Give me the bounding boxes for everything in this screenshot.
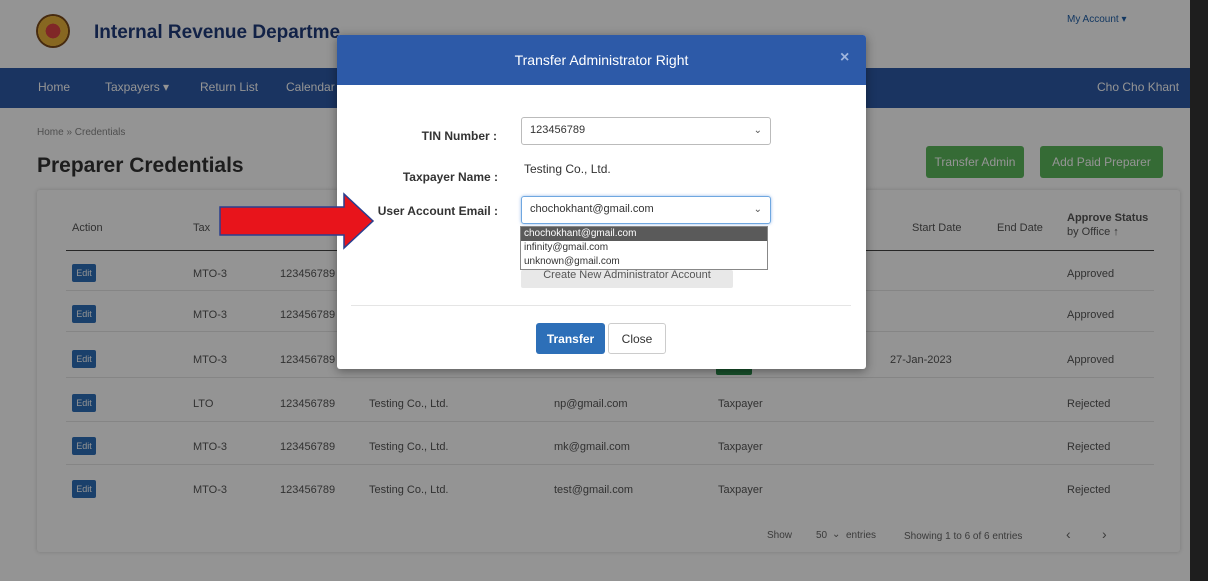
tin-number-label: TIN Number : <box>421 129 497 143</box>
chevron-down-icon: ⌄ <box>753 125 762 136</box>
taxpayer-name-label: Taxpayer Name : <box>402 170 498 184</box>
transfer-admin-modal: Transfer Administrator Right × TIN Numbe… <box>337 35 866 369</box>
close-button[interactable]: Close <box>608 323 666 354</box>
window-scrollbar[interactable] <box>1190 0 1208 581</box>
tin-number-select[interactable]: 123456789 ⌄ <box>521 117 771 145</box>
taxpayer-name-value: Testing Co., Ltd. <box>524 162 611 176</box>
red-annotation-arrow-icon <box>219 192 375 250</box>
chevron-down-icon: ⌄ <box>753 204 762 215</box>
email-option[interactable]: infinity@gmail.com <box>521 241 767 255</box>
close-icon[interactable]: × <box>840 49 849 67</box>
arrow-shape <box>219 192 375 250</box>
email-dropdown-list: chochokhant@gmail.com infinity@gmail.com… <box>520 226 768 270</box>
modal-title: Transfer Administrator Right <box>514 52 689 68</box>
create-new-admin-button[interactable]: Create New Administrator Account <box>521 270 733 288</box>
email-option[interactable]: unknown@gmail.com <box>521 255 767 269</box>
tin-number-value: 123456789 <box>530 124 586 136</box>
user-account-email-select[interactable]: chochokhant@gmail.com ⌄ <box>521 196 771 224</box>
user-account-email-label: User Account Email : <box>377 204 498 218</box>
transfer-button[interactable]: Transfer <box>536 323 605 354</box>
modal-footer-divider <box>351 305 851 306</box>
email-option[interactable]: chochokhant@gmail.com <box>521 227 767 241</box>
email-select-value: chochokhant@gmail.com <box>530 203 654 215</box>
